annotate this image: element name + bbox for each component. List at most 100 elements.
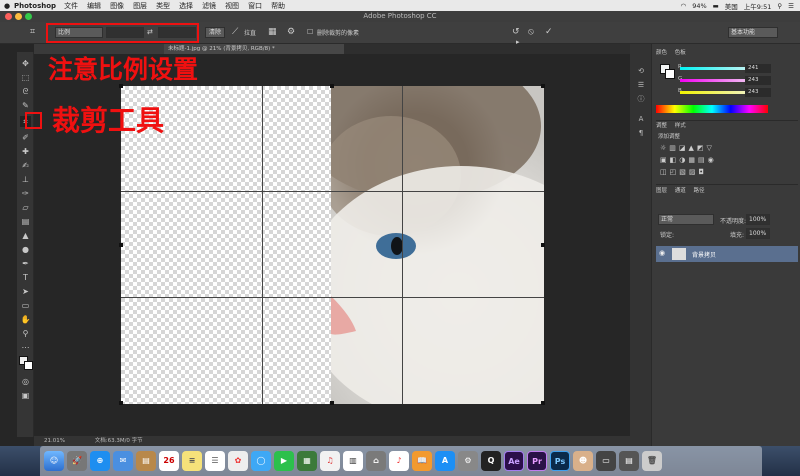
healing-brush-tool-icon[interactable]: ✚ — [20, 146, 31, 157]
layer-row-selected[interactable]: ◉ 背景拷贝 — [656, 246, 798, 262]
layer-name[interactable]: 背景拷贝 — [692, 250, 716, 259]
adjust-icons-row1[interactable]: ☼▥◪▲◩▽ — [660, 144, 715, 152]
blur-tool-icon[interactable]: ▲ — [20, 230, 31, 241]
zoom-tool-icon[interactable]: ⚲ — [20, 328, 31, 339]
crop-handle-tc[interactable] — [330, 84, 334, 88]
menu-edit[interactable]: 编辑 — [87, 1, 101, 11]
clear-button[interactable]: 清除 — [205, 27, 225, 38]
facetime-icon[interactable]: ▶ — [274, 451, 294, 471]
path-select-tool-icon[interactable]: ➤ — [20, 286, 31, 297]
hand-tool-icon[interactable]: ✋ — [20, 314, 31, 325]
photos-icon[interactable]: ✿ — [228, 451, 248, 471]
tab-swatches[interactable]: 色板 — [675, 50, 686, 56]
r-value[interactable]: 241 — [745, 64, 771, 73]
menu-view[interactable]: 视图 — [225, 1, 239, 11]
brush-tool-icon[interactable]: ✍ — [20, 160, 31, 171]
crop-handle-bc[interactable] — [330, 401, 334, 405]
crop-handle-bl[interactable] — [119, 401, 123, 405]
flag-icon[interactable]: ▬ — [713, 2, 719, 10]
history-panel-icon[interactable]: ⟲ — [636, 66, 646, 76]
quicktime-icon[interactable]: Q — [481, 451, 501, 471]
crop-handle-ml[interactable] — [119, 243, 123, 247]
menu-layer[interactable]: 图层 — [133, 1, 147, 11]
safari-icon[interactable]: ⊕ — [90, 451, 110, 471]
music-icon[interactable]: ♪ — [389, 451, 409, 471]
adjust-icons-row3[interactable]: ◫◰▧▨◘ — [660, 168, 707, 176]
eyedropper-tool-icon[interactable]: ✐ — [20, 132, 31, 143]
keynote-icon[interactable]: ⌂ — [366, 451, 386, 471]
background-color-swatch[interactable] — [24, 361, 33, 370]
reminders-icon[interactable]: ☰ — [205, 451, 225, 471]
menu-help[interactable]: 帮助 — [271, 1, 285, 11]
avatar[interactable]: ☻ — [573, 451, 593, 471]
adjust-icons-row2[interactable]: ▣◧◑▦▤◉ — [660, 156, 717, 164]
calendar-icon[interactable]: 26 — [159, 451, 179, 471]
ibooks-icon[interactable]: 📖 — [412, 451, 432, 471]
screen-icon[interactable]: ▭ — [596, 451, 616, 471]
after-effects-icon[interactable]: Ae — [504, 451, 524, 471]
contacts-icon[interactable]: ▤ — [136, 451, 156, 471]
fill-field[interactable]: 100% — [746, 228, 770, 239]
cat-photo[interactable] — [331, 86, 544, 404]
menu-select[interactable]: 选择 — [179, 1, 193, 11]
wifi-icon[interactable]: ◠ — [681, 2, 687, 10]
menu-filter[interactable]: 滤镜 — [202, 1, 216, 11]
color-bg-swatch[interactable] — [665, 69, 675, 79]
type-tool-icon[interactable]: T — [20, 272, 31, 283]
numbers-icon[interactable]: ▥ — [343, 451, 363, 471]
paragraph-panel-icon[interactable]: ¶ — [636, 128, 646, 138]
info-panel-icon[interactable]: ⓘ — [636, 94, 646, 104]
trash-icon[interactable]: 🗑 — [642, 451, 662, 471]
color-spectrum[interactable] — [656, 105, 768, 113]
history-brush-tool-icon[interactable]: ✑ — [20, 188, 31, 199]
crop-handle-tr[interactable] — [541, 84, 545, 88]
menu-image[interactable]: 图像 — [110, 1, 124, 11]
quick-mask-icon[interactable]: ◎ — [20, 376, 31, 387]
finder-icon[interactable]: ☺ — [44, 451, 64, 471]
properties-panel-icon[interactable]: ☰ — [636, 80, 646, 90]
doc-size[interactable]: 文档:63.3M/0 字节 — [95, 438, 143, 444]
character-panel-icon[interactable]: A — [636, 114, 646, 124]
shape-tool-icon[interactable]: ▭ — [20, 300, 31, 311]
straighten-label[interactable]: 拉直 — [244, 28, 256, 37]
tab-styles[interactable]: 样式 — [675, 123, 686, 129]
crop-handle-br[interactable] — [541, 401, 545, 405]
tab-channels[interactable]: 通道 — [675, 188, 686, 194]
overlay-grid-icon[interactable]: ▦ — [268, 26, 277, 38]
menu-file[interactable]: 文件 — [64, 1, 78, 11]
clone-stamp-tool-icon[interactable]: ⊥ — [20, 174, 31, 185]
gradient-tool-icon[interactable]: ▤ — [20, 216, 31, 227]
list-icon[interactable]: ☰ — [788, 2, 794, 10]
g-value[interactable]: 243 — [745, 76, 771, 85]
battery-text[interactable]: 94% — [692, 2, 706, 10]
premiere-icon[interactable]: Pr — [527, 451, 547, 471]
visibility-eye-icon[interactable]: ◉ — [659, 249, 665, 257]
b-value[interactable]: 243 — [745, 88, 771, 97]
document-tab-inactive[interactable] — [34, 44, 164, 54]
system-preferences-icon[interactable]: ⚙ — [458, 451, 478, 471]
workspace-select[interactable]: 基本功能 — [728, 27, 778, 38]
tab-layers[interactable]: 图层 — [656, 188, 667, 194]
cancel-crop-icon[interactable]: ⦸ — [528, 26, 534, 38]
menu-type[interactable]: 类型 — [156, 1, 170, 11]
lasso-tool-icon[interactable]: ᘓ — [20, 86, 31, 97]
messages-icon[interactable]: ◯ — [251, 451, 271, 471]
move-tool-icon[interactable]: ✥ — [20, 58, 31, 69]
commit-crop-icon[interactable]: ✓ — [545, 26, 553, 38]
delete-cropped-label[interactable]: 删除裁剪的像素 — [317, 28, 359, 37]
dodge-tool-icon[interactable]: ● — [20, 244, 31, 255]
download-folder-icon[interactable]: ▤ — [619, 451, 639, 471]
menu-window[interactable]: 窗口 — [248, 1, 262, 11]
input-method[interactable]: 美国 — [725, 1, 738, 11]
tab-paths[interactable]: 路径 — [694, 188, 705, 194]
search-icon[interactable]: ⚲ — [777, 2, 782, 10]
crop-handle-mr[interactable] — [541, 243, 545, 247]
mail-icon[interactable]: ✉ — [113, 451, 133, 471]
marquee-tool-icon[interactable]: ⬚ — [20, 72, 31, 83]
blend-mode-select[interactable]: 正常 — [658, 214, 714, 225]
clock[interactable]: 上午9:51 — [744, 1, 772, 11]
delete-cropped-checkbox[interactable]: ☐ — [307, 26, 313, 38]
document-tab-active[interactable]: 未标题-1.jpg @ 21% (背景拷贝, RGB/8) * — [164, 44, 344, 54]
apple-icon[interactable]: ● — [0, 2, 14, 10]
launchpad-icon[interactable]: 🚀 — [67, 451, 87, 471]
